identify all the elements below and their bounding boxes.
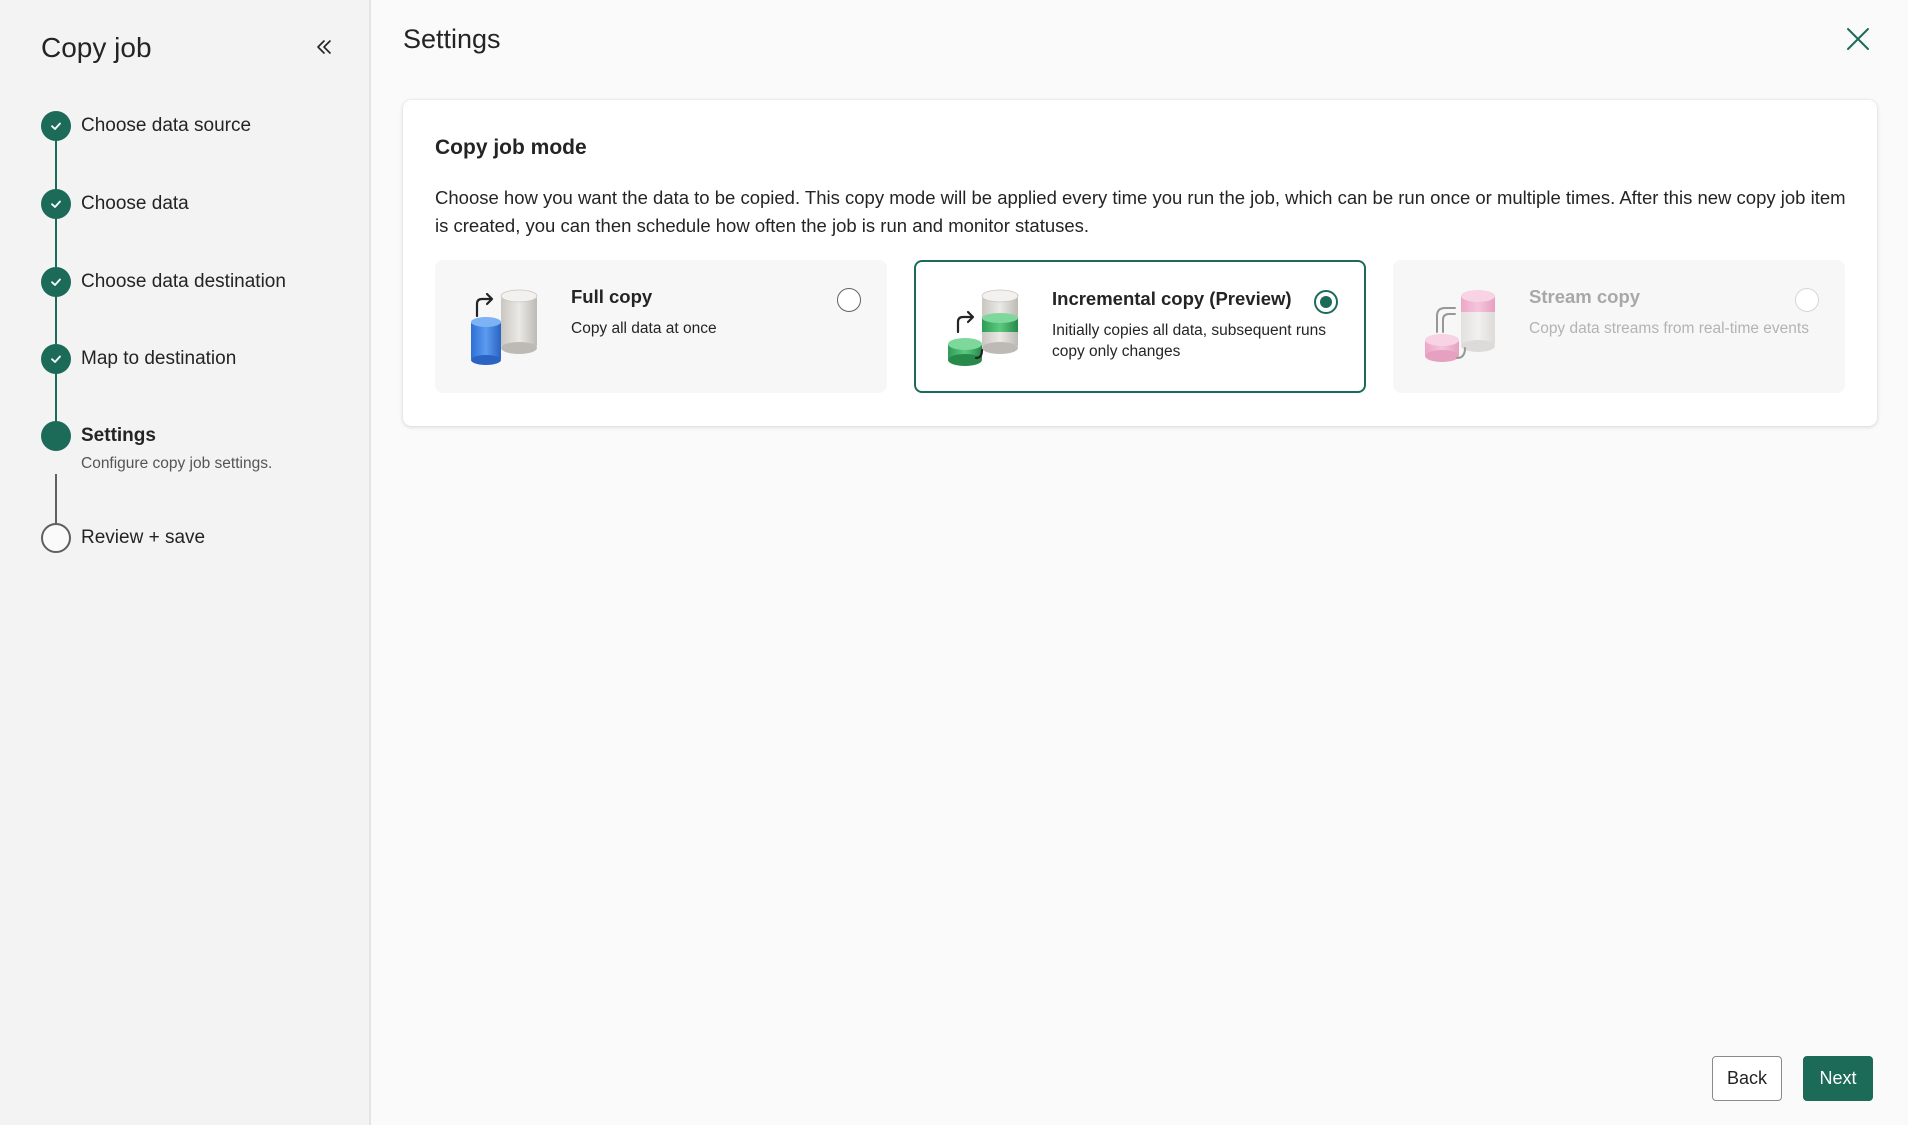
- card-description: Choose how you want the data to be copie…: [435, 187, 1846, 236]
- checkmark-icon: [51, 200, 61, 208]
- back-button[interactable]: Back: [1712, 1056, 1782, 1101]
- settings-panel: Settings Copy job mode Choose how you wa…: [373, 0, 1908, 1125]
- step-label: Choose data: [81, 193, 189, 214]
- full-copy-radio[interactable]: [837, 288, 861, 312]
- page-title: Settings: [403, 24, 501, 54]
- step-pending-marker: [41, 523, 71, 553]
- step-label: Map to destination: [81, 348, 237, 369]
- step-label: Settings: [81, 425, 156, 446]
- step-connector: [55, 296, 57, 345]
- step-connector: [55, 218, 57, 268]
- checkmark-icon: [51, 122, 61, 130]
- copy-job-mode-card: Copy job mode Choose how you want the da…: [403, 100, 1877, 426]
- step-label: Review + save: [81, 527, 206, 548]
- double-chevron-left-icon: [317, 40, 331, 54]
- step-complete-marker: [41, 189, 71, 219]
- stream-copy-radio: [1795, 288, 1819, 312]
- checkmark-icon: [51, 355, 61, 363]
- wizard-sidebar: Copy job Choose data source Choose data: [0, 0, 371, 1125]
- option-description: Initially copies all data, subsequent ru…: [1052, 322, 1326, 360]
- collapse-sidebar-button[interactable]: [311, 34, 337, 60]
- checkmark-icon: [51, 278, 61, 286]
- step-sublabel: Configure copy job settings.: [81, 455, 273, 472]
- step-complete-marker: [41, 267, 71, 297]
- option-incremental-copy[interactable]: Incremental copy (Preview) Initially cop…: [914, 260, 1366, 393]
- option-description: Copy all data at once: [571, 320, 717, 337]
- database-stream-icon: [1425, 290, 1495, 362]
- database-copy-icon: [471, 289, 538, 365]
- next-button[interactable]: Next: [1803, 1056, 1873, 1101]
- database-incremental-icon: [948, 289, 1019, 366]
- step-current-marker: [41, 421, 71, 451]
- option-title: Incremental copy (Preview): [1052, 288, 1292, 309]
- step-complete-marker: [41, 111, 71, 141]
- step-complete-marker: [41, 344, 71, 374]
- close-button[interactable]: [1841, 22, 1875, 56]
- option-full-copy[interactable]: Full copy Copy all data at once: [435, 260, 887, 393]
- option-description: Copy data streams from real-time events: [1529, 320, 1809, 337]
- copy-mode-options: Full copy Copy all data at once Incremen…: [435, 260, 1845, 393]
- card-title: Copy job mode: [435, 136, 587, 159]
- option-stream-copy: Stream copy Copy data streams from real-…: [1393, 260, 1845, 393]
- close-icon: [1847, 28, 1869, 50]
- step-connector: [55, 140, 57, 190]
- step-connector: [55, 474, 57, 524]
- sidebar-title: Copy job: [41, 32, 152, 63]
- step-label: Choose data destination: [81, 271, 286, 292]
- option-title: Stream copy: [1529, 286, 1641, 307]
- option-title: Full copy: [571, 286, 653, 307]
- incremental-copy-radio[interactable]: [1314, 290, 1338, 314]
- step-connector: [55, 373, 57, 423]
- step-label: Choose data source: [81, 115, 252, 136]
